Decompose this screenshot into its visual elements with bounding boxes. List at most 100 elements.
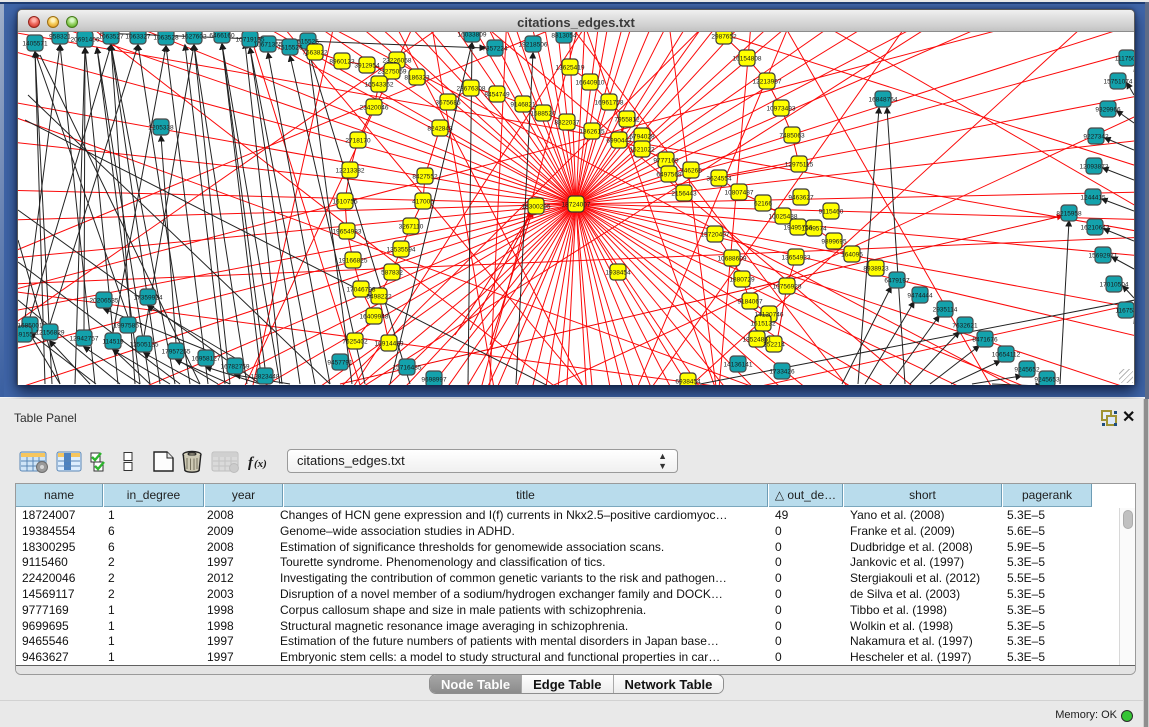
svg-text:12156829: 12156829 — [36, 330, 65, 337]
svg-text:10973493: 10973493 — [767, 106, 796, 113]
svg-text:7632621: 7632621 — [952, 323, 978, 330]
svg-text:8454749: 8454749 — [484, 92, 510, 99]
svg-text:17010504: 17010504 — [1100, 282, 1129, 289]
svg-text:417006: 417006 — [412, 199, 434, 206]
svg-text:7515526: 7515526 — [277, 45, 303, 52]
svg-text:1244415: 1244415 — [1080, 195, 1106, 202]
svg-text:12823448: 12823448 — [251, 374, 280, 381]
svg-text:12942757: 12942757 — [70, 336, 99, 343]
svg-text:10654112: 10654112 — [992, 352, 1021, 359]
svg-text:7625402: 7625402 — [342, 339, 368, 346]
svg-text:23420046: 23420046 — [360, 105, 389, 112]
svg-text:12505135: 12505135 — [130, 342, 159, 349]
svg-text:9184067: 9184067 — [737, 299, 763, 306]
svg-text:1063527: 1063527 — [98, 34, 124, 41]
svg-text:114519: 114519 — [102, 339, 124, 346]
svg-text:13535594: 13535594 — [387, 247, 416, 254]
svg-text:2935114: 2935114 — [933, 307, 958, 314]
svg-text:14120746: 14120746 — [755, 312, 784, 319]
svg-text:10756928: 10756928 — [773, 284, 802, 291]
svg-text:9474444: 9474444 — [907, 293, 933, 300]
svg-text:(x): (x) — [254, 458, 267, 470]
svg-text:3624554: 3624554 — [706, 176, 732, 183]
svg-text:13625419: 13625419 — [556, 65, 585, 72]
svg-text:2156443: 2156443 — [671, 191, 697, 198]
svg-text:6938454: 6938454 — [675, 379, 701, 386]
svg-text:3912954: 3912954 — [354, 63, 380, 70]
svg-text:16961758: 16961758 — [595, 100, 624, 107]
svg-text:1117504: 1117504 — [1115, 56, 1134, 63]
svg-text:16958127: 16958127 — [192, 356, 221, 363]
svg-text:1063327: 1063327 — [125, 34, 151, 41]
svg-text:12975115: 12975115 — [785, 162, 814, 169]
svg-text:13654923: 13654923 — [782, 255, 811, 262]
svg-text:12093873: 12093873 — [1080, 164, 1109, 171]
svg-text:23275059: 23275059 — [378, 69, 407, 76]
svg-text:2987652: 2987652 — [711, 34, 737, 41]
svg-text:9115460: 9115460 — [819, 209, 844, 216]
svg-text:2718170: 2718170 — [345, 138, 371, 145]
svg-text:6794028: 6794028 — [629, 134, 655, 141]
svg-text:14136141: 14136141 — [724, 362, 753, 369]
svg-text:8427552: 8427552 — [412, 174, 438, 181]
svg-text:7485063: 7485063 — [779, 133, 805, 140]
svg-text:15692971: 15692971 — [1089, 253, 1118, 260]
svg-text:9457791: 9457791 — [327, 360, 353, 367]
svg-text:1588520: 1588520 — [530, 111, 556, 118]
svg-text:8242848: 8242848 — [427, 126, 453, 133]
svg-text:587832: 587832 — [381, 270, 403, 277]
svg-text:1063528: 1063528 — [153, 35, 179, 42]
svg-text:12213967: 12213967 — [753, 79, 782, 86]
svg-text:15751074: 15751074 — [1104, 79, 1133, 86]
svg-text:17957255: 17957255 — [162, 349, 191, 356]
svg-text:19166825: 19166825 — [339, 258, 368, 265]
svg-text:16543362: 16543362 — [365, 82, 394, 89]
svg-text:19218506: 19218506 — [519, 42, 548, 49]
svg-text:10025438: 10025438 — [769, 214, 798, 221]
svg-text:7663822: 7663822 — [302, 50, 328, 57]
svg-text:10807487: 10807487 — [725, 190, 754, 197]
svg-text:16154808: 16154808 — [733, 56, 762, 63]
svg-text:164095: 164095 — [841, 252, 863, 259]
svg-text:958321: 958321 — [49, 34, 71, 41]
svg-text:8471676: 8471676 — [972, 337, 998, 344]
svg-text:16640910: 16640910 — [576, 80, 605, 87]
svg-text:515526: 515526 — [297, 39, 319, 46]
svg-text:9463627: 9463627 — [788, 195, 814, 202]
svg-text:17046798: 17046798 — [347, 287, 376, 294]
svg-text:6466160: 6466160 — [209, 33, 235, 40]
svg-text:1949574: 1949574 — [801, 226, 827, 233]
svg-text:1610755: 1610755 — [332, 199, 358, 206]
svg-text:3267110: 3267110 — [399, 224, 424, 231]
svg-text:9245652: 9245652 — [1014, 367, 1040, 374]
svg-text:9698997: 9698997 — [421, 377, 447, 384]
svg-text:15720407: 15720407 — [701, 232, 730, 239]
svg-text:252214: 252214 — [763, 342, 785, 349]
svg-text:8186323: 8186323 — [404, 75, 430, 82]
svg-text:1621022: 1621022 — [629, 147, 655, 154]
svg-text:9245653: 9245653 — [1034, 377, 1060, 384]
svg-text:6990443: 6990443 — [606, 138, 632, 145]
svg-text:1880729: 1880729 — [729, 277, 755, 284]
svg-text:62166: 62166 — [754, 201, 772, 208]
svg-text:17359924: 17359924 — [134, 295, 163, 302]
svg-text:16033809: 16033809 — [458, 32, 487, 39]
svg-text:7955812: 7955812 — [614, 117, 640, 124]
svg-text:8813054: 8813054 — [551, 33, 577, 40]
svg-text:12213382: 12213382 — [336, 168, 365, 175]
svg-text:6497568: 6497568 — [656, 172, 682, 179]
svg-text:2205338: 2205338 — [148, 125, 174, 132]
svg-text:19654983: 19654983 — [333, 229, 362, 236]
svg-text:9899695: 9899695 — [821, 239, 847, 246]
svg-text:1362615: 1362615 — [579, 129, 605, 136]
svg-text:23676308: 23676308 — [457, 86, 486, 93]
svg-text:16782759: 16782759 — [221, 364, 250, 371]
svg-text:16409948: 16409948 — [360, 314, 389, 321]
svg-text:8938923: 8938923 — [863, 266, 889, 273]
svg-text:19975857: 19975857 — [114, 323, 143, 330]
svg-text:1405571: 1405571 — [22, 41, 48, 48]
svg-text:16914479: 16914479 — [375, 341, 404, 348]
svg-text:8960123: 8960123 — [329, 59, 355, 66]
svg-text:7357224: 7357224 — [482, 46, 508, 53]
svg-text:9329966: 9329966 — [1095, 107, 1121, 114]
